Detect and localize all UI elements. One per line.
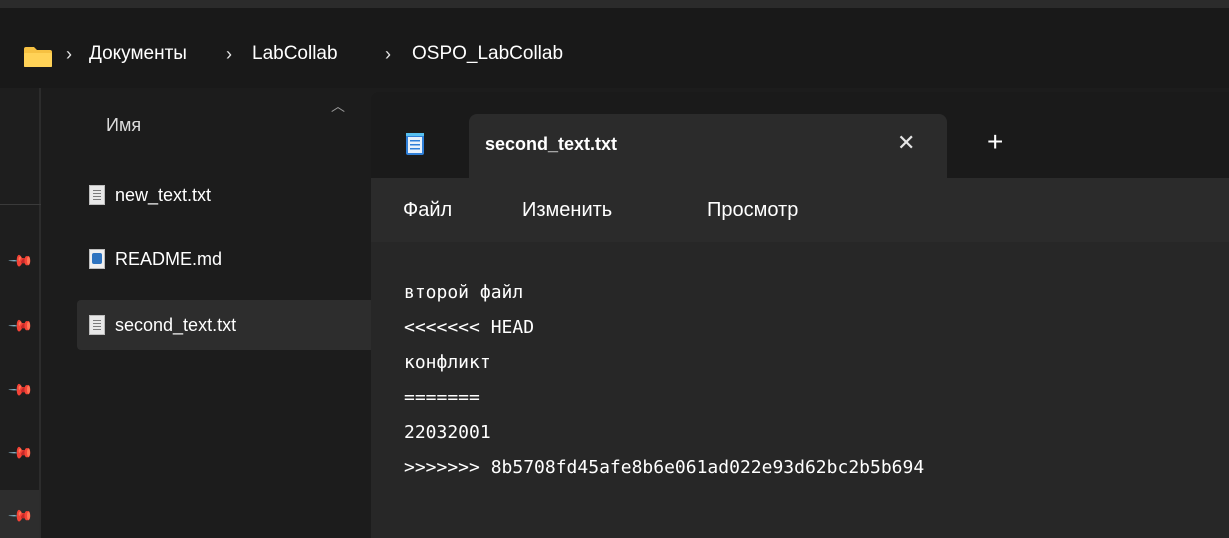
breadcrumb-item-labcollab[interactable]: LabCollab (252, 43, 338, 65)
window-top-strip (0, 0, 1229, 8)
file-list: Имя ︿ new_text.txt README.md second_text… (41, 88, 377, 538)
menu-view[interactable]: Просмотр (707, 199, 798, 222)
menu-bar: Файл Изменить Просмотр (371, 178, 1229, 242)
editor-line: >>>>>>> 8b5708fd45afe8b6e061ad022e93d62b… (404, 457, 925, 478)
tab-second-text[interactable]: second_text.txt ✕ (469, 114, 947, 178)
sort-ascending-icon[interactable]: ︿ (331, 96, 345, 116)
address-bar[interactable]: › Документы › LabCollab › OSPO_LabCollab (0, 8, 1229, 88)
file-row-new-text[interactable]: new_text.txt (77, 170, 377, 220)
editor-line: <<<<<<< HEAD (404, 317, 535, 338)
folder-icon (24, 47, 52, 67)
editor-line: 22032001 (404, 422, 491, 443)
file-name: new_text.txt (115, 184, 212, 205)
pin-icon[interactable]: 📌 (7, 247, 35, 275)
markdown-file-icon (89, 249, 105, 269)
new-tab-button[interactable]: + (987, 128, 1003, 156)
editor-line: второй файл (404, 282, 524, 303)
file-row-readme[interactable]: README.md (77, 234, 377, 284)
nav-divider (0, 204, 41, 205)
close-icon[interactable]: ✕ (897, 130, 915, 156)
menu-file[interactable]: Файл (403, 199, 452, 222)
tab-title: second_text.txt (485, 134, 618, 154)
nav-item-selected[interactable]: 📌 (0, 490, 39, 538)
navigation-pane: 📌 📌 📌 📌 📌 (0, 88, 41, 538)
menu-edit[interactable]: Изменить (522, 199, 612, 222)
pin-icon[interactable]: 📌 (7, 376, 35, 404)
text-editor[interactable]: второй файл <<<<<<< HEAD конфликт ======… (371, 242, 1229, 538)
chevron-right-icon: › (385, 44, 391, 64)
notepad-window: second_text.txt ✕ + Файл Изменить Просмо… (371, 92, 1229, 538)
file-row-second-text[interactable]: second_text.txt (77, 300, 377, 350)
notepad-app-icon (406, 133, 424, 155)
editor-line: конфликт (404, 352, 491, 373)
file-name: second_text.txt (115, 314, 237, 335)
breadcrumb-item-documents[interactable]: Документы (89, 43, 187, 65)
text-file-icon (89, 315, 105, 335)
column-header-name[interactable]: Имя (106, 115, 141, 136)
chevron-right-icon: › (226, 44, 232, 64)
pin-icon[interactable]: 📌 (7, 312, 35, 340)
breadcrumb-item-ospo-labcollab[interactable]: OSPO_LabCollab (412, 43, 563, 65)
pin-icon[interactable]: 📌 (7, 439, 35, 467)
pin-icon: 📌 (7, 503, 34, 530)
text-file-icon (89, 185, 105, 205)
chevron-right-icon: › (66, 44, 72, 64)
editor-line: ======= (404, 387, 480, 408)
file-name: README.md (115, 248, 223, 269)
